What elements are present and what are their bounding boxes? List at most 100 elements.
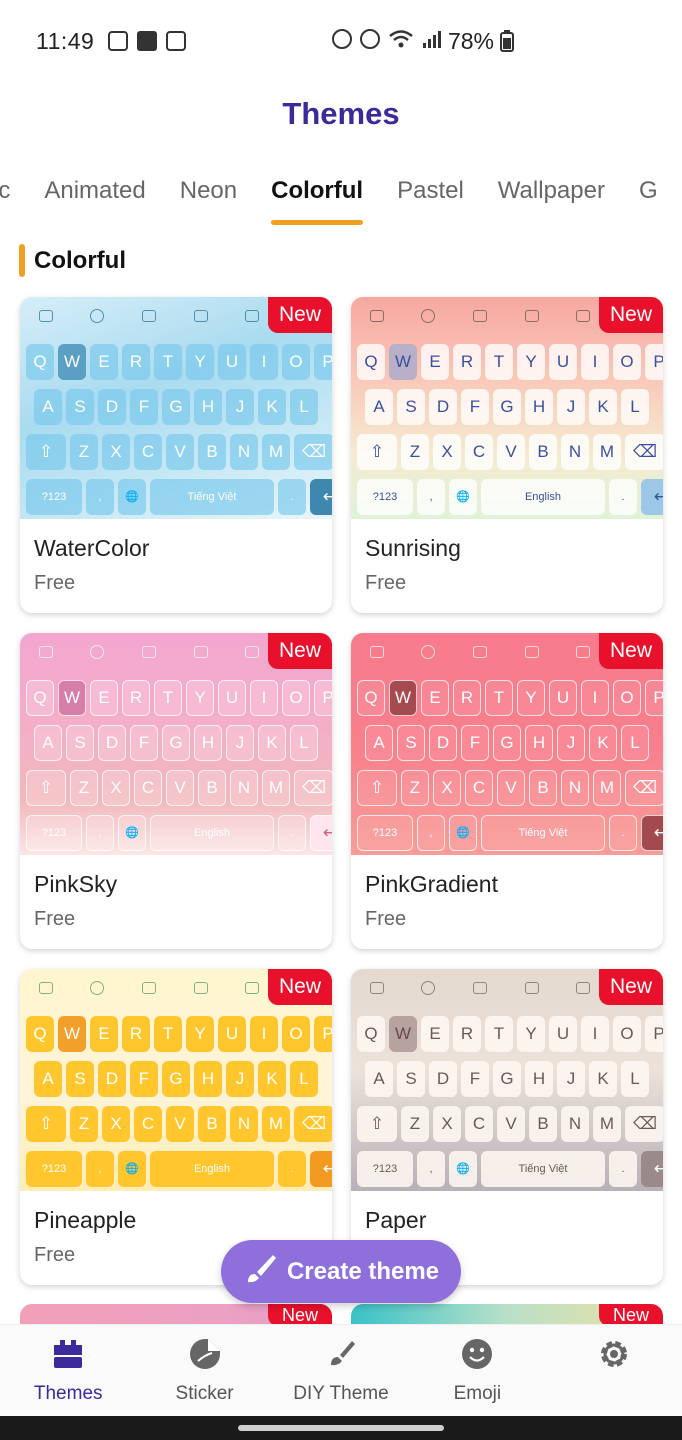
keyboard-key: W: [389, 343, 417, 380]
keyboard-key: E: [421, 679, 449, 716]
keyboard-key: M: [262, 1105, 290, 1142]
sticker-icon: [193, 310, 208, 322]
keyboard-key: R: [453, 679, 481, 716]
globe-icon: 🌐: [118, 1150, 146, 1187]
tab-pastel[interactable]: Pastel: [397, 175, 464, 223]
alarm-lock-icon: [332, 29, 352, 49]
theme-card[interactable]: New Q W E R T Y U I O P A S D F G H J K L ⇧ Z X C V B N M ⌫ ?123, 🌐 Eng…: [351, 297, 663, 613]
paintbrush-icon: [243, 1252, 277, 1291]
enter-icon: ↵: [641, 814, 663, 851]
keyboard-row: ?123, 🌐 English. ↵: [26, 810, 332, 855]
keyboard-key: Y: [186, 1015, 214, 1052]
keyboard-row: QWERTYUIOP: [26, 1011, 332, 1056]
numbers-key: ?123: [26, 1150, 82, 1187]
theme-card[interactable]: New Q W E R T Y U I O P A S D F G H J K L ⇧ Z X C V B N M ⌫ ?123, 🌐 Tiế…: [351, 969, 663, 1285]
nav-settings[interactable]: [546, 1325, 682, 1416]
keyboard-key: L: [621, 388, 649, 425]
theme-card[interactable]: New Q W E R T Y U I O P A S D F G H J K L ⇧ Z X C V B N M ⌫ ?123, 🌐 Eng…: [20, 969, 332, 1285]
keyboard-key: L: [290, 724, 318, 761]
keyboard-key: K: [589, 1060, 617, 1097]
keyboard-key: S: [397, 724, 425, 761]
keyboard-key: T: [485, 343, 513, 380]
theme-card[interactable]: New Q W E R T Y U I O P A S D F G H J K L ⇧ Z X C V B N M ⌫ ?123, 🌐 Eng…: [20, 633, 332, 949]
keyboard-key: Y: [517, 679, 545, 716]
theme-card-peek[interactable]: New: [20, 1304, 332, 1326]
keyboard-key: O: [613, 343, 641, 380]
keyboard-key: E: [421, 1015, 449, 1052]
gallery-notification-icon: [108, 31, 128, 51]
keyboard-key: C: [134, 1105, 162, 1142]
notification-icons: [108, 31, 186, 51]
keyboard-key: A: [365, 1060, 393, 1097]
keyboard-key: Z: [70, 1105, 98, 1142]
new-badge: New: [599, 1304, 663, 1326]
keyboard-key: T: [154, 1015, 182, 1052]
theme-card[interactable]: New Q W E R T Y U I O P A S D F G H J K L ⇧ Z X C V B N M ⌫ ?123, 🌐 Tiế…: [351, 633, 663, 949]
keyboard-key: M: [593, 769, 621, 806]
nav-emoji[interactable]: Emoji: [409, 1325, 545, 1416]
alarm-icon: [360, 29, 380, 49]
nav-label: Emoji: [453, 1383, 502, 1404]
keyboard-key: S: [66, 388, 94, 425]
tab-colorful[interactable]: Colorful: [271, 175, 363, 225]
section-header: Colorful: [19, 244, 126, 277]
keyboard-key: I: [250, 1015, 278, 1052]
new-badge: New: [599, 297, 663, 333]
keyboard-row: ASDFGHJKL: [26, 720, 332, 765]
keyboard-key: Y: [186, 679, 214, 716]
keyboard-key: X: [102, 433, 130, 470]
section-accent-bar: [19, 244, 25, 277]
space-key: Tiếng Việt: [481, 814, 605, 851]
keyboard-key: K: [258, 1060, 286, 1097]
keyboard-key: G: [493, 388, 521, 425]
keyboard-key: T: [154, 343, 182, 380]
status-bar: 11:49 78%: [0, 0, 682, 82]
back-icon: [38, 982, 53, 994]
keyboard-key: W: [58, 1015, 86, 1052]
keyboard-row: ASDFGHJKL: [357, 720, 663, 765]
backspace-icon: ⌫: [294, 769, 332, 806]
nav-diy-theme[interactable]: DIY Theme: [273, 1325, 409, 1416]
keyboard-rows: Q W E R T Y U I O P A S D F G H J K L ⇧ Z X C V B N M ⌫ ?123, 🌐 Tiếng …: [357, 1011, 663, 1191]
numbers-key: ?123: [357, 478, 413, 515]
theme-card-peek[interactable]: New: [351, 1304, 663, 1326]
nav-themes[interactable]: Themes: [0, 1325, 136, 1416]
tab-wallpaper[interactable]: Wallpaper: [498, 175, 605, 223]
keyboard-key: F: [461, 388, 489, 425]
tab-neon[interactable]: Neon: [180, 175, 237, 223]
keyboard-key: E: [90, 343, 118, 380]
keyboard-key: H: [525, 724, 553, 761]
backspace-icon: ⌫: [294, 433, 332, 470]
theme-card[interactable]: New Q W E R T Y U I O P A S D F G H J K L ⇧ Z X C V B N M ⌫ ?123, 🌐 Tiế…: [20, 297, 332, 613]
art-icon: [245, 646, 260, 658]
screen-notification-icon: [166, 31, 186, 51]
keyboard-key: U: [218, 1015, 246, 1052]
keyboard-key: X: [433, 433, 461, 470]
tab-more[interactable]: G: [639, 175, 658, 223]
keyboard-rows: Q W E R T Y U I O P A S D F G H J K L ⇧ Z X C V B N M ⌫ ?123, 🌐 Englis…: [26, 675, 332, 855]
keyboard-key: X: [102, 769, 130, 806]
keyboard-key: P: [645, 679, 663, 716]
art-icon: [576, 646, 591, 658]
create-theme-button[interactable]: Create theme: [221, 1240, 461, 1303]
tab-animated[interactable]: Animated: [44, 175, 145, 223]
keyboard-rows: Q W E R T Y U I O P A S D F G H J K L ⇧ Z X C V B N M ⌫ ?123, 🌐 Englis…: [26, 1011, 332, 1191]
gesture-handle[interactable]: [238, 1425, 444, 1431]
nav-sticker[interactable]: Sticker: [136, 1325, 272, 1416]
smiley-icon: [421, 645, 436, 659]
back-icon: [38, 310, 53, 322]
keyboard-key: X: [433, 1105, 461, 1142]
keyboard-key: U: [218, 679, 246, 716]
tab-basic[interactable]: sic: [0, 175, 10, 223]
new-badge: New: [599, 633, 663, 669]
keyboard-row: ASDFGHJKL: [26, 1056, 332, 1101]
space-key: Tiếng Việt: [481, 1150, 605, 1187]
theme-name: Pineapple: [34, 1207, 137, 1233]
keyboard-key: V: [166, 769, 194, 806]
nav-label: Themes: [33, 1383, 103, 1404]
keyboard-key: R: [122, 1015, 150, 1052]
theme-name: PinkGradient: [365, 871, 498, 897]
theme-name: WaterColor: [34, 535, 150, 561]
keyboard-key: V: [166, 1105, 194, 1142]
sticker-icon: [524, 982, 539, 994]
